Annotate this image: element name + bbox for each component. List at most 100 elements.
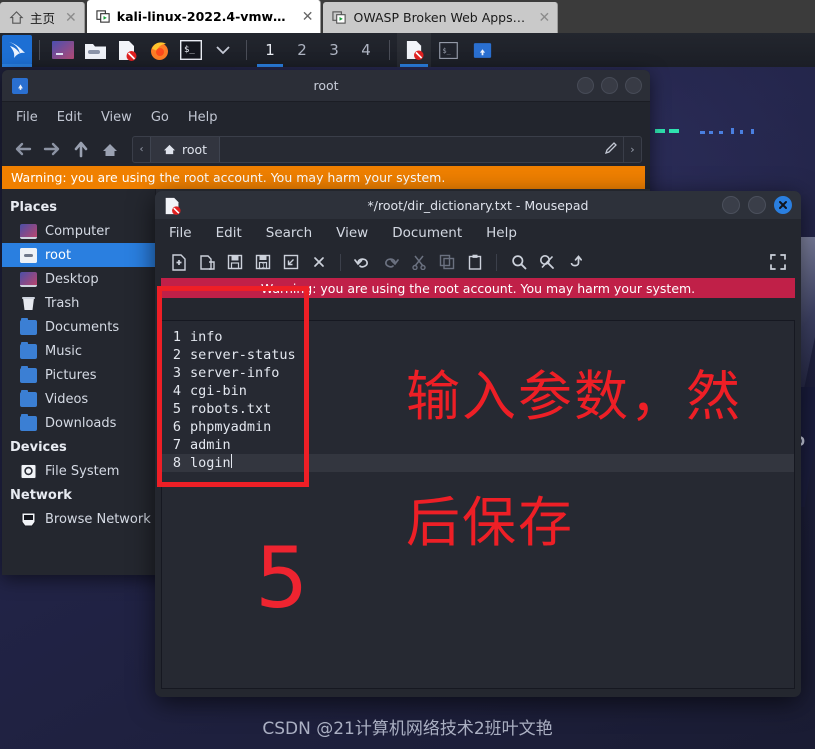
line-number: 3 <box>172 365 181 381</box>
vmware-tab-owasp[interactable]: OWASP Broken Web Apps VM… ✕ <box>323 2 559 33</box>
path-bar[interactable]: ‹ root › <box>132 135 642 163</box>
save-as-button[interactable]: I <box>249 249 276 275</box>
mousepad-menubar: File Edit Search View Document Help <box>155 219 801 246</box>
open-document-icon <box>199 254 215 270</box>
divider <box>496 253 497 271</box>
sidebar-item-label: Trash <box>45 295 80 311</box>
kali-menu-button[interactable] <box>2 35 32 65</box>
launcher-file-manager[interactable] <box>82 37 108 63</box>
task-thunar[interactable] <box>465 33 499 67</box>
minimize-button[interactable] <box>577 77 594 94</box>
sidebar-item-downloads[interactable]: Downloads <box>2 411 155 435</box>
launcher-terminal-emulator[interactable] <box>50 37 76 63</box>
sidebar-item-documents[interactable]: Documents <box>2 315 155 339</box>
sidebar-item-music[interactable]: Music <box>2 339 155 363</box>
workspace-1[interactable]: 1 <box>254 33 286 67</box>
close-button[interactable] <box>774 196 792 214</box>
cut-button[interactable] <box>405 249 432 275</box>
fullscreen-button[interactable] <box>764 249 791 275</box>
mousepad-titlebar[interactable]: */root/dir_dictionary.txt - Mousepad <box>155 191 801 219</box>
forward-button[interactable] <box>39 136 65 162</box>
fullscreen-icon <box>769 254 786 270</box>
workspace-4[interactable]: 4 <box>350 33 382 67</box>
task-terminal[interactable]: $_ <box>431 33 465 67</box>
close-icon[interactable]: ✕ <box>65 10 77 26</box>
home-button[interactable] <box>97 136 123 162</box>
find-button[interactable] <box>505 249 532 275</box>
menu-edit[interactable]: Edit <box>57 110 82 125</box>
close-button[interactable] <box>625 77 642 94</box>
task-mousepad[interactable] <box>397 33 431 67</box>
find-replace-icon <box>539 255 554 269</box>
sidebar-item-root[interactable]: root <box>2 243 155 267</box>
new-document-button[interactable] <box>165 249 192 275</box>
sidebar-item-browse-network[interactable]: Browse Network <box>2 507 155 531</box>
file-manager-sidebar: Places Computer root Desktop Trash Docum… <box>2 189 155 575</box>
minimize-button[interactable] <box>722 196 740 214</box>
path-scroll-right-icon[interactable]: › <box>623 136 641 162</box>
up-button[interactable] <box>68 136 94 162</box>
close-icon[interactable]: ✕ <box>538 10 550 26</box>
launcher-terminal[interactable]: $_ <box>178 37 204 63</box>
menu-view[interactable]: View <box>101 110 132 125</box>
menu-go[interactable]: Go <box>151 110 169 125</box>
menu-help[interactable]: Help <box>486 225 517 241</box>
file-manager-titlebar[interactable]: root <box>2 70 650 102</box>
undo-button[interactable] <box>349 249 376 275</box>
breadcrumb-root[interactable]: root <box>150 136 221 162</box>
vmware-tab-label: kali-linux-2022.4-vmware… <box>116 9 292 24</box>
edit-path-button[interactable] <box>599 140 623 159</box>
back-button[interactable] <box>10 136 36 162</box>
paste-button[interactable] <box>461 249 488 275</box>
code-line: 1 info <box>162 328 794 346</box>
sidebar-item-pictures[interactable]: Pictures <box>2 363 155 387</box>
sidebar-item-desktop[interactable]: Desktop <box>2 267 155 291</box>
workspace-2[interactable]: 2 <box>286 33 318 67</box>
vmware-tab-kali[interactable]: kali-linux-2022.4-vmware… ✕ <box>86 0 322 33</box>
open-document-button[interactable] <box>193 249 220 275</box>
find-icon <box>511 255 526 270</box>
menu-view[interactable]: View <box>336 225 368 241</box>
line-text: server-status <box>190 347 296 363</box>
wallpaper-ticks <box>655 128 754 134</box>
line-number: 2 <box>172 347 181 363</box>
terminal-task-icon: $_ <box>438 41 458 59</box>
jump-to-button[interactable] <box>561 249 588 275</box>
cut-icon <box>411 255 426 270</box>
menu-file[interactable]: File <box>169 225 192 241</box>
sidebar-item-videos[interactable]: Videos <box>2 387 155 411</box>
sidebar-item-computer[interactable]: Computer <box>2 219 155 243</box>
maximize-button[interactable] <box>748 196 766 214</box>
text-caret <box>230 454 233 468</box>
chevron-down-button[interactable] <box>210 37 236 63</box>
svg-text:$_: $_ <box>442 47 451 55</box>
divider <box>39 40 40 60</box>
reload-button[interactable] <box>277 249 304 275</box>
reload-icon <box>283 254 298 270</box>
mousepad-task-icon <box>406 40 424 60</box>
path-scroll-left-icon[interactable]: ‹ <box>133 144 150 155</box>
vmware-tab-home[interactable]: 主页 ✕ <box>0 2 85 33</box>
launcher-firefox[interactable] <box>146 37 172 63</box>
maximize-button[interactable] <box>601 77 618 94</box>
redo-button[interactable] <box>377 249 404 275</box>
file-manager-toolbar: ‹ root › <box>2 132 650 166</box>
menu-file[interactable]: File <box>16 110 38 125</box>
sidebar-item-trash[interactable]: Trash <box>2 291 155 315</box>
launcher-text-editor[interactable] <box>114 37 140 63</box>
copy-button[interactable] <box>433 249 460 275</box>
close-document-button[interactable] <box>305 249 332 275</box>
find-replace-button[interactable] <box>533 249 560 275</box>
menu-edit[interactable]: Edit <box>216 225 242 241</box>
workspace-3[interactable]: 3 <box>318 33 350 67</box>
menu-document[interactable]: Document <box>392 225 462 241</box>
pictures-folder-icon <box>20 365 37 383</box>
line-text: robots.txt <box>190 401 272 417</box>
menu-search[interactable]: Search <box>266 225 312 241</box>
sidebar-item-file-system[interactable]: File System <box>2 459 155 483</box>
menu-help[interactable]: Help <box>188 110 218 125</box>
save-button[interactable] <box>221 249 248 275</box>
mousepad-window: */root/dir_dictionary.txt - Mousepad Fil… <box>155 191 801 697</box>
videos-folder-icon <box>20 389 37 407</box>
close-icon[interactable]: ✕ <box>302 9 314 25</box>
